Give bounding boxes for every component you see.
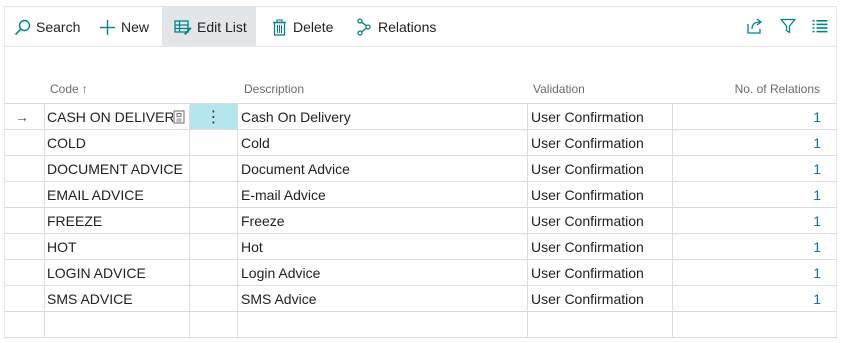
column-header-description-label: Description [244,82,305,96]
cell-description[interactable]: SMS Advice [241,286,526,311]
share-icon [746,17,764,37]
cell-code[interactable]: COLD [47,130,189,155]
cell-description[interactable]: Freeze [241,208,526,233]
grid-bottom-border [5,337,837,338]
search-label: Search [36,19,81,35]
search-icon [13,18,31,36]
cell-validation[interactable]: User Confirmation [531,208,671,233]
relations-label: Relations [378,19,437,35]
table-row[interactable]: SMS ADVICE SMS Advice User Confirmation … [5,285,837,312]
cell-relations[interactable]: 1 [675,208,821,233]
cell-relations[interactable]: 1 [675,260,821,285]
cell-validation[interactable]: User Confirmation [531,260,671,285]
table-row[interactable]: HOT Hot User Confirmation 1 [5,233,837,260]
cell-code[interactable]: CASH ON DELIVERY [47,104,173,129]
edit-list-button[interactable]: Edit List [162,7,256,47]
column-header-description[interactable]: Description [244,80,304,98]
lookup-icon[interactable] [173,104,189,129]
column-header-code-label: Code [50,82,79,96]
cell-code[interactable]: SMS ADVICE [47,286,189,311]
table-row[interactable]: FREEZE Freeze User Confirmation 1 [5,207,837,234]
share-button[interactable] [743,7,767,47]
table-row[interactable]: EMAIL ADVICE E-mail Advice User Confirma… [5,181,837,208]
cell-validation[interactable]: User Confirmation [531,130,671,155]
cell-relations[interactable]: 1 [675,182,821,207]
trash-icon [270,18,288,36]
list-view-button[interactable] [808,7,832,47]
column-header-validation-label: Validation [533,82,585,96]
column-header-code[interactable]: Code ↑ [50,80,88,98]
delete-button[interactable]: Delete [270,7,333,47]
sort-ascending-icon: ↑ [81,82,88,96]
cell-relations[interactable]: 1 [675,234,821,259]
edit-list-icon [174,18,192,36]
row-actions-menu-button[interactable]: ⋮ [190,104,237,129]
cell-description[interactable]: E-mail Advice [241,182,526,207]
cell-validation[interactable]: User Confirmation [531,286,671,311]
cell-validation[interactable]: User Confirmation [531,156,671,181]
table-row[interactable]: COLD Cold User Confirmation 1 [5,129,837,156]
cell-code[interactable]: EMAIL ADVICE [47,182,189,207]
cell-description[interactable]: Hot [241,234,526,259]
cell-code[interactable]: HOT [47,234,189,259]
cell-code[interactable]: LOGIN ADVICE [47,260,189,285]
action-bar: Search New Edit List Delete Relations [5,7,836,47]
cell-validation[interactable]: User Confirmation [531,234,671,259]
cell-validation[interactable]: User Confirmation [531,182,671,207]
cell-description[interactable]: Cold [241,130,526,155]
search-button[interactable]: Search [13,7,80,47]
new-label: New [121,19,150,35]
column-header-validation[interactable]: Validation [533,80,585,98]
cell-description[interactable]: Document Advice [241,156,526,181]
delete-label: Delete [293,19,334,35]
selected-row-indicator: → [15,108,29,125]
cell-validation[interactable]: User Confirmation [531,104,671,129]
table-row[interactable]: DOCUMENT ADVICE Document Advice User Con… [5,155,837,182]
new-button[interactable]: New [98,7,149,47]
cell-description[interactable]: Login Advice [241,260,526,285]
cell-relations[interactable]: 1 [675,104,821,129]
table-row[interactable]: LOGIN ADVICE Login Advice User Confirmat… [5,259,837,286]
filter-icon [780,18,796,37]
column-header-relations-label: No. of Relations [734,82,820,96]
cell-relations[interactable]: 1 [675,286,821,311]
cell-relations[interactable]: 1 [675,156,821,181]
column-header-relations[interactable]: No. of Relations [676,80,820,98]
cell-relations[interactable]: 1 [675,130,821,155]
edit-list-label: Edit List [197,19,247,35]
relations-button[interactable]: Relations [355,7,436,47]
cell-code[interactable]: DOCUMENT ADVICE [47,156,189,181]
table-row[interactable]: → CASH ON DELIVERY ⋮ Cash On Delivery Us… [5,103,837,130]
cell-description[interactable]: Cash On Delivery [241,104,526,129]
cell-code[interactable]: FREEZE [47,208,189,233]
list-view-icon [812,19,828,36]
filter-button[interactable] [776,7,800,47]
relations-icon [355,18,373,36]
empty-new-row[interactable] [5,311,837,338]
plus-icon [98,18,116,36]
